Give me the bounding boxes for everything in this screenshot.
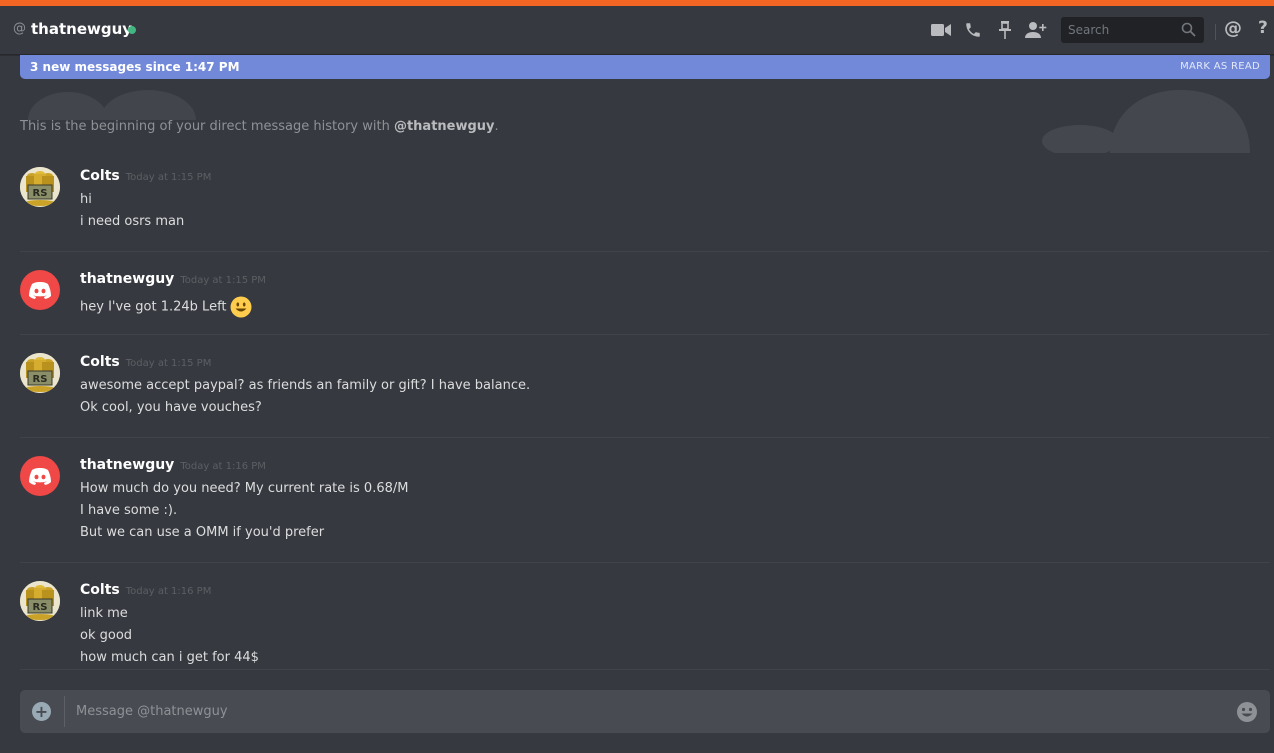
help-icon[interactable]: ? xyxy=(1258,18,1268,38)
message-timestamp: Today at 1:15 PM xyxy=(125,172,212,183)
avatar[interactable] xyxy=(20,270,60,310)
message-text: But we can use a OMM if you'd prefer xyxy=(80,525,325,540)
message-line: hey I've got 1.24b Left xyxy=(80,299,227,315)
message-text: I have some :). xyxy=(80,503,178,518)
author-name[interactable]: Colts xyxy=(80,354,120,370)
smiley-emoji-icon xyxy=(230,296,252,318)
search-icon xyxy=(1181,22,1196,41)
message-text: link me xyxy=(80,606,128,621)
svg-text:RS: RS xyxy=(33,188,48,199)
upload-plus-icon[interactable]: + xyxy=(32,702,51,721)
search-placeholder: Search xyxy=(1068,23,1110,37)
message-text: ok good xyxy=(80,628,133,643)
message-text: how much can i get for 44$ xyxy=(80,650,259,665)
gold-coins-avatar-icon: RS xyxy=(20,167,60,207)
message-author[interactable]: Colts Today at 1:15 PM xyxy=(80,168,211,184)
mentions-icon[interactable]: @ xyxy=(1224,18,1242,39)
gold-coins-avatar-icon: RS xyxy=(20,353,60,393)
voice-call-icon[interactable] xyxy=(962,19,984,41)
message-timestamp: Today at 1:15 PM xyxy=(125,358,212,369)
discord-logo-icon xyxy=(29,468,51,485)
message-author[interactable]: Colts Today at 1:15 PM xyxy=(80,354,211,370)
avatar[interactable] xyxy=(20,456,60,496)
new-messages-bar[interactable]: 3 new messages since 1:47 PM MARK AS REA… xyxy=(20,55,1270,79)
message-timestamp: Today at 1:16 PM xyxy=(180,461,266,472)
channel-header: @ thatnewguy Search @ ? xyxy=(0,6,1274,55)
message-text: hi xyxy=(80,192,92,207)
composer-divider xyxy=(64,696,65,727)
message-text: i need osrs man xyxy=(80,214,185,229)
history-prefix: This is the beginning of your direct mes… xyxy=(20,119,394,134)
author-name[interactable]: thatnewguy xyxy=(80,457,174,473)
message-author[interactable]: thatnewguy Today at 1:16 PM xyxy=(80,457,266,473)
message-divider xyxy=(20,334,1270,335)
message-divider xyxy=(20,669,1270,670)
message-composer[interactable]: + Message @thatnewguy xyxy=(20,690,1270,733)
video-call-icon[interactable] xyxy=(930,19,952,41)
background-watermark-left xyxy=(28,90,196,120)
message-divider xyxy=(20,251,1270,252)
search-input[interactable]: Search xyxy=(1061,17,1204,43)
message-author[interactable]: thatnewguy Today at 1:15 PM xyxy=(80,271,266,287)
emoji-picker-icon[interactable] xyxy=(1236,701,1258,727)
online-status-icon xyxy=(128,26,136,34)
message-input[interactable]: Message @thatnewguy xyxy=(76,704,228,719)
avatar[interactable]: RS xyxy=(20,581,60,621)
author-name[interactable]: thatnewguy xyxy=(80,271,174,287)
dm-history-start: This is the beginning of your direct mes… xyxy=(20,119,499,134)
pin-icon[interactable] xyxy=(994,19,1016,41)
gold-coins-avatar-icon: RS xyxy=(20,581,60,621)
avatar[interactable]: RS xyxy=(20,353,60,393)
history-suffix: . xyxy=(494,119,499,134)
svg-text:RS: RS xyxy=(33,374,48,385)
dm-username[interactable]: thatnewguy xyxy=(31,20,132,38)
message-divider xyxy=(20,437,1270,438)
mark-as-read-button[interactable]: MARK AS READ xyxy=(1180,61,1260,72)
author-name[interactable]: Colts xyxy=(80,582,120,598)
message-divider xyxy=(20,562,1270,563)
message-timestamp: Today at 1:16 PM xyxy=(125,586,212,597)
message-text: Ok cool, you have vouches? xyxy=(80,400,262,415)
svg-text:RS: RS xyxy=(33,602,48,613)
avatar[interactable]: RS xyxy=(20,167,60,207)
message-text: awesome accept paypal? as friends an fam… xyxy=(80,378,531,393)
message-author[interactable]: Colts Today at 1:16 PM xyxy=(80,582,211,598)
author-name[interactable]: Colts xyxy=(80,168,120,184)
message-text: hey I've got 1.24b Left xyxy=(80,296,252,318)
add-friend-icon[interactable] xyxy=(1025,19,1047,41)
header-divider xyxy=(1215,24,1216,40)
new-messages-text[interactable]: 3 new messages since 1:47 PM xyxy=(30,60,240,74)
discord-logo-icon xyxy=(29,282,51,299)
at-symbol: @ xyxy=(13,21,26,36)
message-timestamp: Today at 1:15 PM xyxy=(180,275,266,286)
history-user: @thatnewguy xyxy=(393,119,495,134)
message-text: How much do you need? My current rate is… xyxy=(80,481,409,496)
background-watermark-right xyxy=(1042,90,1250,153)
